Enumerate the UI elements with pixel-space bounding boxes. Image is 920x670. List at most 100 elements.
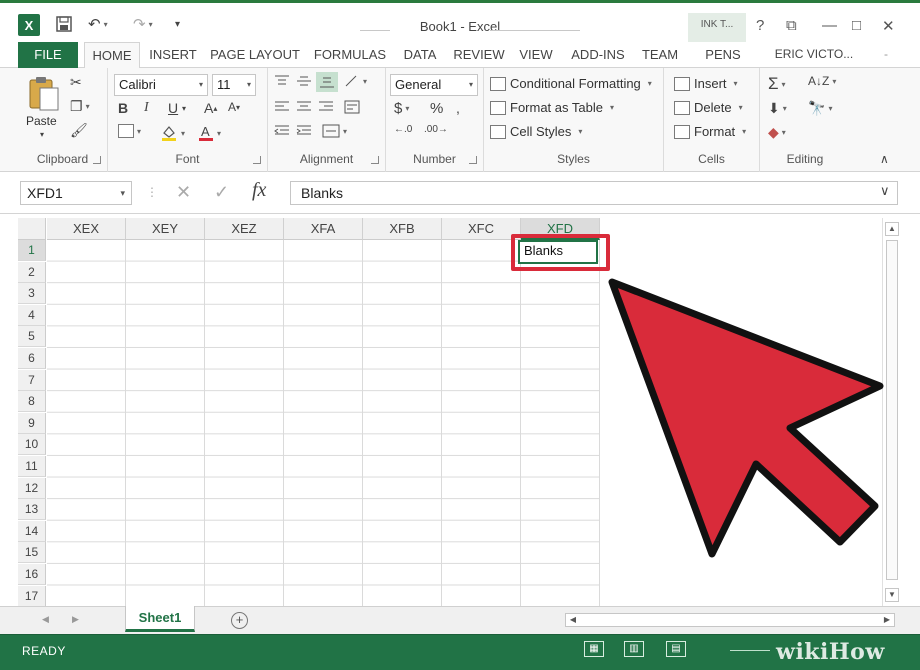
- row-header[interactable]: 8: [18, 391, 46, 413]
- page-break-view-icon[interactable]: ▤: [666, 641, 686, 657]
- column-header[interactable]: XFC: [442, 218, 521, 240]
- column-header[interactable]: XFB: [363, 218, 442, 240]
- align-middle-icon[interactable]: [296, 74, 312, 88]
- font-color-icon[interactable]: A ▾: [198, 124, 221, 142]
- percent-button[interactable]: %: [430, 100, 443, 117]
- tab-pens[interactable]: PENS: [698, 42, 748, 68]
- row-header[interactable]: 3: [18, 283, 46, 305]
- row-header[interactable]: 16: [18, 564, 46, 585]
- row-header[interactable]: 6: [18, 348, 46, 369]
- row-header[interactable]: 7: [18, 369, 46, 391]
- autosum-icon[interactable]: Σ ▾: [768, 74, 786, 94]
- scroll-down-icon[interactable]: ▼: [885, 588, 899, 602]
- add-sheet-icon[interactable]: +: [231, 612, 248, 629]
- row-header[interactable]: 13: [18, 499, 46, 521]
- tab-team[interactable]: TEAM: [638, 42, 682, 68]
- tab-home[interactable]: HOME: [84, 42, 140, 69]
- scroll-right-icon[interactable]: ▶: [880, 614, 894, 626]
- column-header[interactable]: XFA: [284, 218, 363, 240]
- number-format-dropdown[interactable]: General ▾: [390, 74, 478, 96]
- ribbon-display-icon[interactable]: ⧉: [786, 17, 797, 34]
- expand-formula-bar-icon[interactable]: ∨: [880, 183, 890, 199]
- column-header[interactable]: XEY: [126, 218, 205, 240]
- tab-insert[interactable]: INSERT: [146, 42, 200, 68]
- row-header[interactable]: 4: [18, 304, 46, 326]
- row-header[interactable]: 5: [18, 326, 46, 348]
- insert-cells-button[interactable]: Insert ▾: [674, 76, 738, 91]
- merge-center-icon[interactable]: ▾: [322, 124, 347, 138]
- cell-styles-button[interactable]: Cell Styles ▾: [490, 124, 582, 139]
- font-size-dropdown[interactable]: 11 ▾: [212, 74, 256, 96]
- tab-add-ins[interactable]: ADD-INS: [566, 42, 630, 68]
- maximize-icon[interactable]: □: [852, 17, 861, 34]
- fill-color-icon[interactable]: ▾: [160, 124, 185, 142]
- user-account[interactable]: ERIC VICTO...: [764, 42, 864, 68]
- cell-area[interactable]: [47, 240, 600, 606]
- align-right-icon[interactable]: [318, 100, 334, 114]
- confirm-entry-icon[interactable]: ✓: [214, 182, 229, 203]
- row-header[interactable]: 17: [18, 585, 46, 607]
- increase-indent-icon[interactable]: [296, 124, 312, 138]
- close-icon[interactable]: ✕: [882, 17, 895, 35]
- alignment-launcher-icon[interactable]: [371, 156, 379, 164]
- tab-data[interactable]: DATA: [398, 42, 442, 68]
- row-header[interactable]: 11: [18, 456, 46, 477]
- increase-decimal-icon[interactable]: ←.0: [394, 124, 412, 135]
- align-center-icon[interactable]: [296, 100, 312, 114]
- horizontal-scrollbar[interactable]: ◀ ▶: [565, 613, 895, 627]
- row-header[interactable]: 14: [18, 520, 46, 542]
- ink-tools-tab[interactable]: INK T...: [688, 13, 746, 45]
- normal-view-icon[interactable]: ▦: [584, 641, 604, 657]
- column-header[interactable]: XEX: [47, 218, 126, 240]
- scroll-up-icon[interactable]: ▲: [885, 222, 899, 236]
- account-caret-icon[interactable]: -: [876, 42, 896, 68]
- bold-button[interactable]: B: [118, 100, 128, 116]
- align-left-icon[interactable]: [274, 100, 290, 114]
- underline-button[interactable]: U: [168, 100, 178, 116]
- align-top-icon[interactable]: [274, 74, 290, 88]
- cancel-entry-icon[interactable]: ✕: [176, 182, 191, 203]
- decrease-indent-icon[interactable]: [274, 124, 290, 138]
- find-select-icon[interactable]: 🔭 ▾: [808, 100, 832, 117]
- row-header[interactable]: 2: [18, 261, 46, 283]
- underline-caret-icon[interactable]: ▾: [182, 104, 186, 113]
- select-all-corner[interactable]: [18, 218, 46, 240]
- decrease-font-icon[interactable]: A ▾: [228, 100, 240, 114]
- font-name-dropdown[interactable]: Calibri ▾: [114, 74, 208, 96]
- row-header[interactable]: 12: [18, 477, 46, 499]
- zoom-slider[interactable]: [730, 650, 770, 651]
- paste-caret-icon[interactable]: ▾: [40, 130, 44, 139]
- clipboard-launcher-icon[interactable]: [93, 156, 101, 164]
- sort-filter-icon[interactable]: A↓Z ▾: [808, 74, 836, 88]
- tab-review[interactable]: REVIEW: [450, 42, 508, 68]
- format-painter-icon[interactable]: 🖌: [70, 122, 88, 139]
- number-launcher-icon[interactable]: [469, 156, 477, 164]
- fill-icon[interactable]: ⬇ ▾: [768, 100, 787, 117]
- minimize-icon[interactable]: —: [822, 17, 837, 34]
- help-icon[interactable]: ?: [756, 17, 764, 34]
- wrap-text-icon[interactable]: [344, 100, 360, 114]
- delete-cells-button[interactable]: Delete ▾: [674, 100, 743, 115]
- currency-button[interactable]: $ ▾: [394, 100, 409, 117]
- row-header[interactable]: 10: [18, 434, 46, 456]
- sheet-tab-sheet1[interactable]: Sheet1: [125, 606, 195, 632]
- insert-function-icon[interactable]: fx: [252, 179, 266, 202]
- paste-button[interactable]: Paste: [26, 114, 57, 128]
- orientation-icon[interactable]: ▾: [344, 74, 367, 88]
- tab-file[interactable]: FILE: [18, 42, 78, 68]
- format-as-table-button[interactable]: Format as Table ▾: [490, 100, 614, 115]
- clear-icon[interactable]: ◆ ▾: [768, 124, 786, 141]
- format-cells-button[interactable]: Format ▾: [674, 124, 746, 139]
- page-layout-view-icon[interactable]: ▥: [624, 641, 644, 657]
- decrease-decimal-icon[interactable]: .00→: [424, 124, 448, 135]
- cut-icon[interactable]: ✂: [70, 74, 82, 91]
- collapse-ribbon-icon[interactable]: ∧: [880, 152, 889, 166]
- row-header[interactable]: 15: [18, 542, 46, 564]
- align-bottom-icon[interactable]: [316, 72, 338, 92]
- formula-input[interactable]: Blanks: [290, 181, 898, 205]
- active-cell[interactable]: Blanks: [518, 240, 598, 264]
- row-header-selected[interactable]: 1: [18, 240, 46, 261]
- borders-icon[interactable]: ▾: [118, 124, 141, 138]
- font-launcher-icon[interactable]: [253, 156, 261, 164]
- row-header[interactable]: 9: [18, 412, 46, 434]
